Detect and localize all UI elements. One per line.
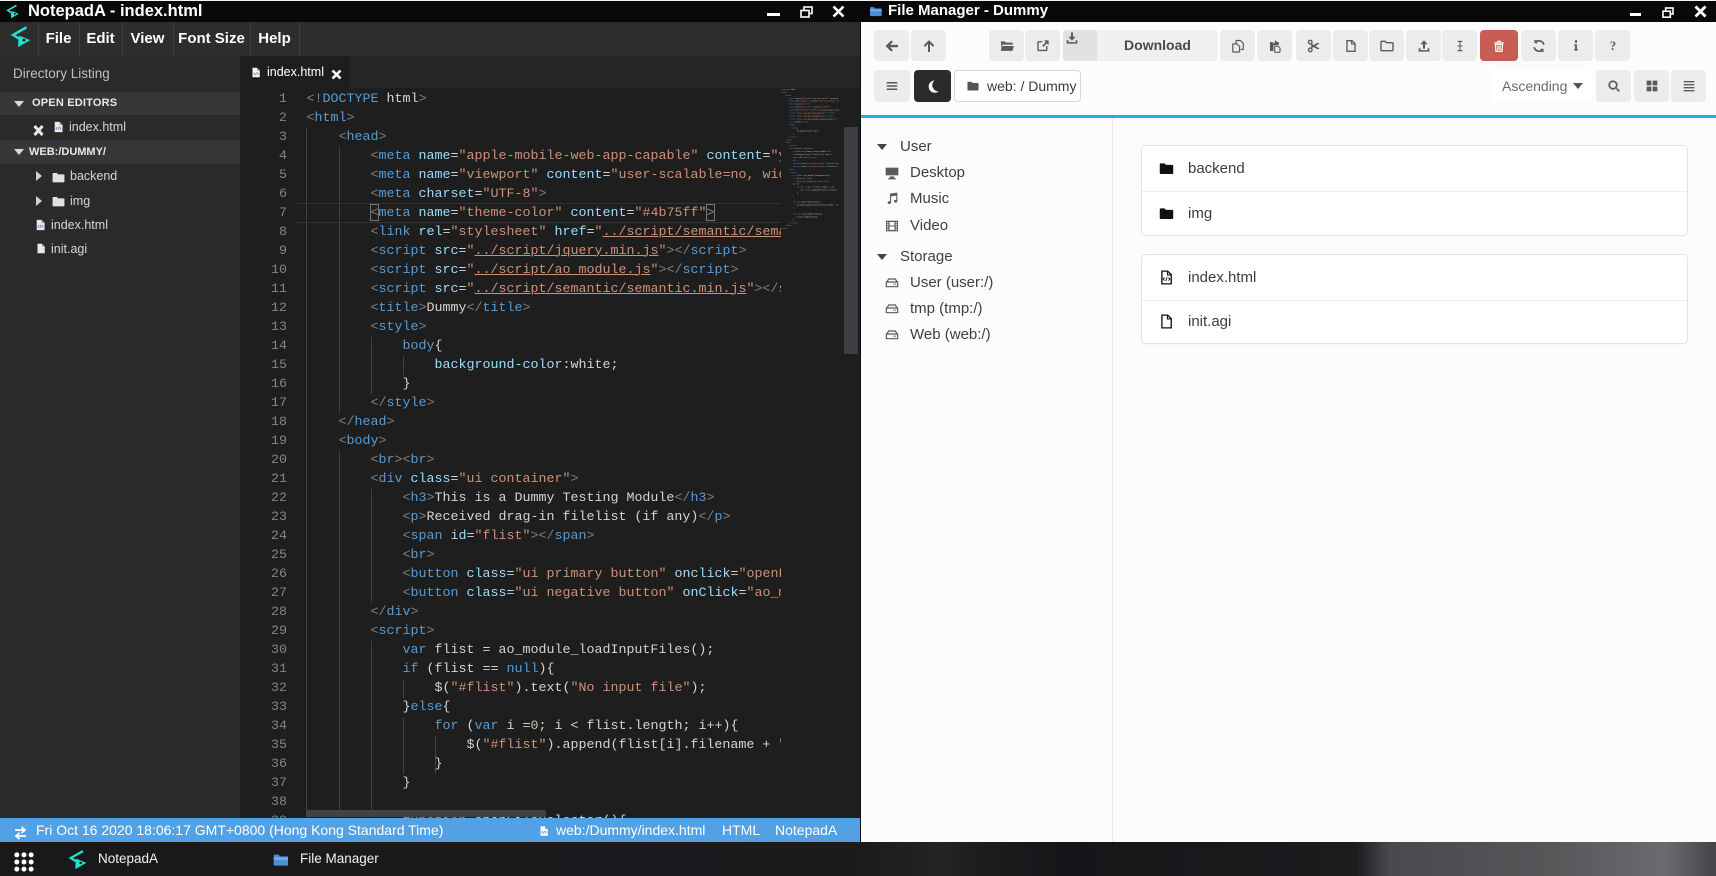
- svg-text:?: ?: [1609, 39, 1615, 53]
